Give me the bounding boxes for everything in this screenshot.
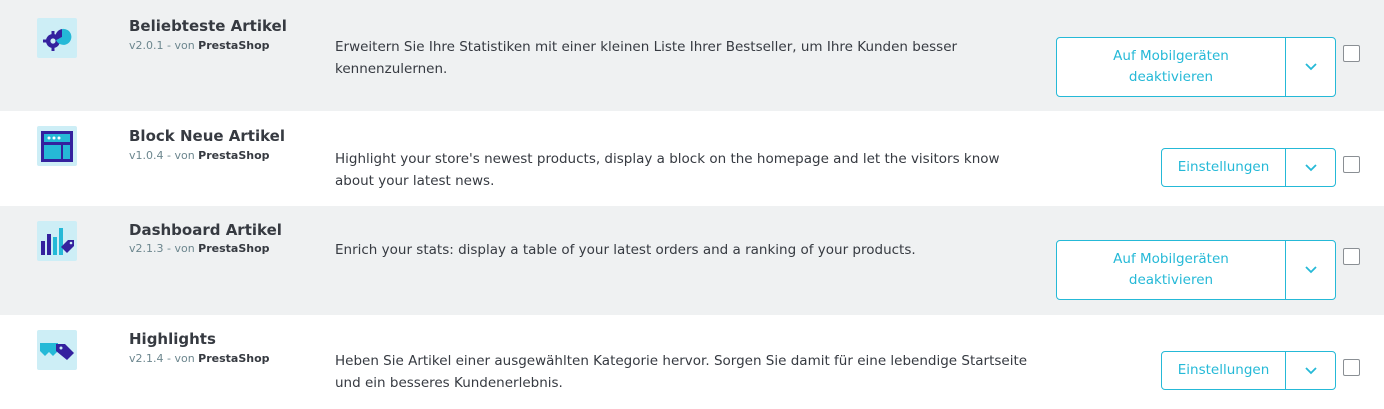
module-version: v2.1.3 - von PrestaShop: [129, 242, 270, 255]
module-row-dashboard-artikel: Dashboard Artikel v2.1.3 - von PrestaSho…: [0, 206, 1384, 315]
module-version: v1.0.4 - von PrestaShop: [129, 149, 270, 162]
module-title: Dashboard Artikel: [129, 221, 282, 239]
module-description: Highlight your store's newest products, …: [335, 151, 1000, 189]
module-version: v2.1.4 - von PrestaShop: [129, 352, 270, 365]
chevron-down-icon[interactable]: [1285, 38, 1335, 96]
chevron-down-icon[interactable]: [1285, 149, 1335, 186]
module-action-group: Auf Mobilgeräten deaktivieren: [1056, 37, 1336, 97]
disable-on-mobile-button[interactable]: Auf Mobilgeräten deaktivieren: [1057, 38, 1285, 96]
module-select-checkbox[interactable]: [1343, 359, 1360, 376]
new-products-block-icon: [37, 126, 77, 166]
module-author: PrestaShop: [198, 149, 270, 162]
module-action-group: Auf Mobilgeräten deaktivieren: [1056, 240, 1336, 300]
bar-chart-tag-icon: [37, 221, 77, 261]
module-description: Erweitern Sie Ihre Statistiken mit einer…: [335, 39, 958, 77]
settings-button[interactable]: Einstellungen: [1162, 352, 1285, 389]
module-version: v2.0.1 - von PrestaShop: [129, 39, 270, 52]
module-row-beliebteste-artikel: Beliebteste Artikel v2.0.1 - von PrestaS…: [0, 0, 1384, 111]
module-description: Heben Sie Artikel einer ausgewählten Kat…: [335, 353, 1028, 391]
module-select-checkbox[interactable]: [1343, 45, 1360, 62]
disable-on-mobile-button[interactable]: Auf Mobilgeräten deaktivieren: [1057, 241, 1285, 299]
module-action-group: Einstellungen: [1161, 148, 1336, 187]
module-select-checkbox[interactable]: [1343, 156, 1360, 173]
chevron-down-icon[interactable]: [1285, 241, 1335, 299]
stats-pie-gear-icon: [37, 18, 77, 58]
chevron-down-icon[interactable]: [1285, 352, 1335, 389]
module-row-block-neue-artikel: Block Neue Artikel v1.0.4 - von PrestaSh…: [0, 111, 1384, 206]
module-row-highlights: Highlights v2.1.4 - von PrestaShop Heben…: [0, 315, 1384, 409]
settings-button[interactable]: Einstellungen: [1162, 149, 1285, 186]
module-title: Highlights: [129, 330, 216, 348]
module-title: Block Neue Artikel: [129, 127, 285, 145]
module-action-group: Einstellungen: [1161, 351, 1336, 390]
module-author: PrestaShop: [198, 352, 270, 365]
module-select-checkbox[interactable]: [1343, 248, 1360, 265]
module-description: Enrich your stats: display a table of yo…: [335, 242, 916, 258]
module-author: PrestaShop: [198, 39, 270, 52]
module-author: PrestaShop: [198, 242, 270, 255]
module-title: Beliebteste Artikel: [129, 17, 287, 35]
tags-icon: [37, 330, 77, 370]
